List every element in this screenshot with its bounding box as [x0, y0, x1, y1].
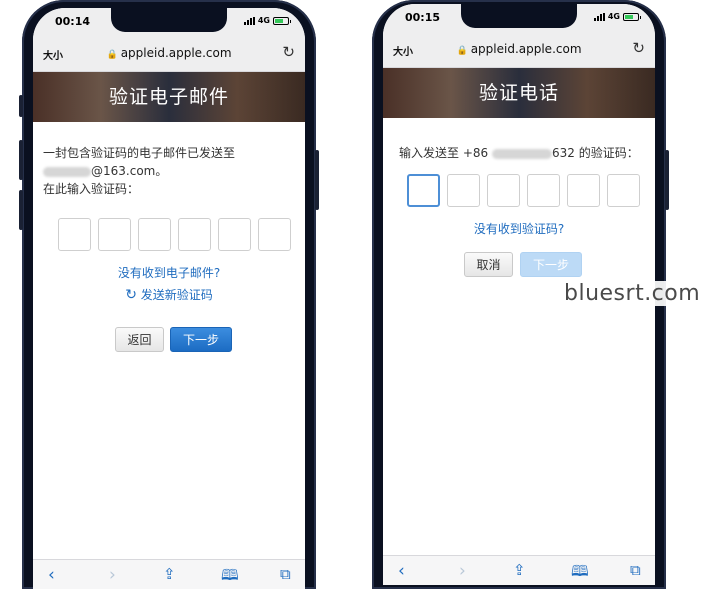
power-button — [665, 150, 669, 210]
code-digit-6[interactable] — [607, 174, 640, 207]
status-time: 00:14 — [55, 15, 91, 28]
status-time: 00:15 — [405, 11, 441, 24]
code-digit-5[interactable] — [567, 174, 600, 207]
instruction-text: 一封包含验证码的电子邮件已发送至 @163.com。 在此输入验证码： — [43, 144, 293, 198]
message-line-1: 一封包含验证码的电子邮件已发送至 — [43, 146, 236, 160]
signal-icon — [243, 16, 255, 25]
tabs-icon[interactable]: ⧉ — [280, 565, 291, 583]
lock-icon: 🔒 — [106, 50, 118, 60]
email-line: @163.com。 — [43, 162, 293, 180]
chevron-right-icon[interactable]: › — [109, 565, 116, 585]
message-line-2: 在此输入验证码： — [43, 182, 140, 196]
code-digit-5[interactable] — [218, 218, 251, 251]
phone-left: 00:14 4G 大小 🔒 appleid.apple.com ↻ 验证电子邮件 … — [19, 0, 319, 589]
code-digit-2[interactable] — [98, 218, 131, 251]
book-icon[interactable]: 🕮 — [221, 565, 239, 589]
no-email-link[interactable]: 没有收到电子邮件? — [33, 264, 305, 281]
chevron-left-icon[interactable]: ‹ — [398, 561, 405, 581]
url-bar[interactable]: 大小 🔒 appleid.apple.com ↻ — [383, 32, 655, 68]
reload-icon[interactable]: ↻ — [632, 39, 645, 57]
masked-email — [43, 166, 91, 177]
code-digit-1[interactable] — [407, 174, 440, 207]
code-digit-4[interactable] — [178, 218, 211, 251]
network-label: 4G — [607, 12, 620, 21]
network-label: 4G — [257, 16, 270, 25]
reload-icon[interactable]: ↻ — [282, 43, 295, 61]
next-button[interactable]: 下一步 — [520, 252, 582, 277]
mute-switch — [19, 95, 23, 117]
code-digit-3[interactable] — [487, 174, 520, 207]
safari-toolbar: ‹ › ⇪ 🕮 ⧉ — [383, 555, 655, 585]
code-digit-6[interactable] — [258, 218, 291, 251]
tabs-icon[interactable]: ⧉ — [630, 561, 641, 579]
back-button[interactable]: 返回 — [115, 327, 164, 352]
prompt-prefix: 输入发送至 +86 — [399, 146, 489, 160]
masked-phone — [491, 148, 552, 159]
url-text: appleid.apple.com — [120, 46, 232, 60]
code-input-row — [58, 218, 291, 251]
email-suffix: @163.com。 — [91, 164, 168, 178]
url-text: appleid.apple.com — [470, 42, 582, 56]
lock-icon: 🔒 — [456, 46, 468, 56]
url-bar[interactable]: 大小 🔒 appleid.apple.com ↻ — [33, 36, 305, 72]
signal-icon — [593, 12, 605, 21]
next-button[interactable]: 下一步 — [170, 327, 232, 352]
url-field[interactable]: 🔒 appleid.apple.com — [383, 42, 655, 56]
refresh-icon: ↻ — [125, 287, 137, 303]
chevron-left-icon[interactable]: ‹ — [48, 565, 55, 585]
screen-left: 00:14 4G 大小 🔒 appleid.apple.com ↻ 验证电子邮件 … — [33, 8, 305, 589]
volume-down-button — [19, 190, 23, 230]
instruction-text: 输入发送至 +86 632 的验证码： — [399, 144, 649, 162]
notch — [111, 8, 227, 32]
share-icon[interactable]: ⇪ — [513, 561, 526, 579]
power-button — [315, 150, 319, 210]
no-code-link[interactable]: 没有收到验证码? — [383, 220, 655, 237]
volume-up-button — [19, 140, 23, 180]
battery-icon — [273, 16, 291, 25]
share-icon[interactable]: ⇪ — [163, 565, 176, 583]
page-title: 验证电话 — [478, 82, 559, 104]
code-digit-3[interactable] — [138, 218, 171, 251]
page-title: 验证电子邮件 — [108, 86, 229, 108]
code-digit-4[interactable] — [527, 174, 560, 207]
page-banner: 验证电子邮件 — [33, 72, 305, 122]
url-field[interactable]: 🔒 appleid.apple.com — [33, 46, 305, 60]
chevron-right-icon[interactable]: › — [459, 561, 466, 581]
resend-code-label: 发送新验证码 — [140, 288, 213, 302]
code-input-row — [407, 174, 640, 207]
status-right: 4G — [593, 12, 641, 21]
code-digit-2[interactable] — [447, 174, 480, 207]
book-icon[interactable]: 🕮 — [571, 561, 589, 585]
prompt-suffix: 632 的验证码： — [551, 146, 639, 160]
notch — [461, 4, 577, 28]
code-digit-1[interactable] — [58, 218, 91, 251]
cancel-button[interactable]: 取消 — [464, 252, 513, 277]
status-right: 4G — [243, 16, 291, 25]
battery-icon — [623, 12, 641, 21]
safari-toolbar: ‹ › ⇪ 🕮 ⧉ — [33, 559, 305, 589]
resend-code-link[interactable]: ↻ 发送新验证码 — [33, 286, 305, 303]
page-banner: 验证电话 — [383, 68, 655, 118]
watermark: bluesrt.com — [560, 281, 703, 306]
